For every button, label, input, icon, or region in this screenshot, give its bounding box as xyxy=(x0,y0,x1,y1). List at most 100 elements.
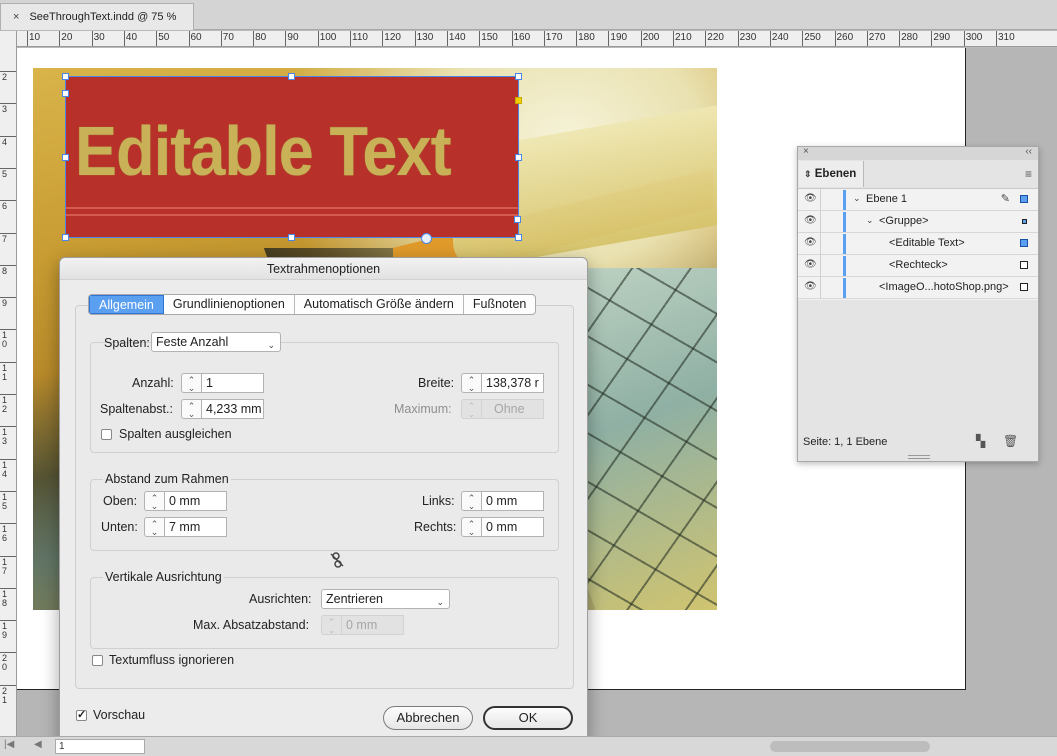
panel-menu-icon[interactable]: ≡ xyxy=(1025,167,1032,181)
tab-auto-size[interactable]: Automatisch Größe ändern xyxy=(295,295,464,314)
broken-link-icon[interactable] xyxy=(330,552,344,568)
inset-left-stepper[interactable]: ⌃ ⌄ xyxy=(461,491,481,511)
inset-group: Abstand zum Rahmen Oben: ⌃ ⌄ 0 mm Unten: … xyxy=(90,472,559,551)
lock-column[interactable] xyxy=(820,211,821,233)
corner-options-handle[interactable] xyxy=(515,97,522,104)
layer-row[interactable]: 👁 <Editable Text> xyxy=(798,233,1038,255)
inset-bottom-stepper[interactable]: ⌃ ⌄ xyxy=(144,517,164,537)
resize-grip[interactable] xyxy=(908,455,930,459)
count-input[interactable]: 1 xyxy=(201,373,264,393)
ok-button[interactable]: OK xyxy=(483,706,573,730)
ruler-tick xyxy=(511,31,513,46)
previous-page-icon[interactable]: ◀ xyxy=(34,739,42,750)
lock-column[interactable] xyxy=(820,189,821,211)
ruler-tick xyxy=(996,31,997,46)
selection-handle[interactable] xyxy=(62,73,69,80)
inset-right-input[interactable]: 0 mm xyxy=(481,517,544,537)
lock-column[interactable] xyxy=(820,233,821,255)
ruler-tick xyxy=(769,31,771,46)
layer-target-square[interactable] xyxy=(1020,261,1028,269)
layer-target-square[interactable] xyxy=(1020,239,1028,247)
ruler-label: 40 xyxy=(125,32,138,43)
eye-icon[interactable]: 👁 xyxy=(804,282,817,292)
layer-target-square[interactable] xyxy=(1020,195,1028,203)
tab-panel-general: Spalten: Feste Anzahl ⌄ Anzahl: ⌃ ⌄ 1 Spa… xyxy=(75,305,574,689)
align-select[interactable]: Zentrieren ⌄ xyxy=(321,589,450,609)
tab-baseline-options[interactable]: Grundlinienoptionen xyxy=(164,295,295,314)
selection-handle[interactable] xyxy=(515,73,522,80)
vertical-group-title: Vertikale Ausrichtung xyxy=(103,570,224,584)
columns-group: Spalten: Feste Anzahl ⌄ Anzahl: ⌃ ⌄ 1 Spa… xyxy=(90,332,559,453)
horizontal-scrollbar-thumb[interactable] xyxy=(770,741,930,752)
collapse-panel-icon[interactable]: ‹‹ xyxy=(1025,146,1032,157)
ruler-label: 7 xyxy=(2,233,8,244)
gutter-input[interactable]: 4,233 mm xyxy=(201,399,264,419)
ignore-text-wrap-checkbox[interactable] xyxy=(92,655,103,666)
inset-top-stepper[interactable]: ⌃ ⌄ xyxy=(144,491,164,511)
eye-icon[interactable]: 👁 xyxy=(804,260,817,270)
layer-target-square[interactable] xyxy=(1022,219,1027,224)
lock-column[interactable] xyxy=(820,255,821,277)
gutter-stepper[interactable]: ⌃ ⌄ xyxy=(181,399,201,419)
eye-icon[interactable]: 👁 xyxy=(804,238,817,248)
layer-target-square[interactable] xyxy=(1020,283,1028,291)
selection-handle[interactable] xyxy=(62,154,69,161)
cancel-button[interactable]: Abbrechen xyxy=(383,706,473,730)
horizontal-ruler[interactable]: 10 20 30 40 50 60 70 80 90 100 110 120 130 140 150 160 1… xyxy=(17,31,1057,47)
chevron-down-icon[interactable]: ⌄ xyxy=(853,193,861,204)
eye-icon[interactable]: 👁 xyxy=(804,194,817,204)
balance-columns-checkbox[interactable] xyxy=(101,429,112,440)
count-label: Anzahl: xyxy=(132,376,174,390)
inset-left-input[interactable]: 0 mm xyxy=(481,491,544,511)
document-tab[interactable]: × SeeThroughText.indd @ 75 % xyxy=(0,3,194,30)
selection-handle[interactable] xyxy=(62,90,69,97)
tab-layers[interactable]: ⇕ Ebenen xyxy=(799,161,864,187)
ruler-label: 20 xyxy=(2,653,8,673)
columns-label: Spalten: xyxy=(104,336,150,350)
columns-type-select[interactable]: Feste Anzahl ⌄ xyxy=(151,332,281,352)
ruler-label: 110 xyxy=(352,32,368,43)
preview-checkbox[interactable] xyxy=(76,708,87,721)
inset-right-stepper[interactable]: ⌃ ⌄ xyxy=(461,517,481,537)
layer-row[interactable]: 👁 ⌄ Ebene 1 ✎ xyxy=(798,189,1038,211)
anchor-point-icon[interactable] xyxy=(421,233,432,244)
tab-footnotes[interactable]: Fußnoten xyxy=(464,295,536,314)
first-page-icon[interactable]: |◀ xyxy=(4,739,14,750)
align-value: Zentrieren xyxy=(326,592,383,606)
tab-general[interactable]: Allgemein xyxy=(89,295,164,314)
ruler-label: 18 xyxy=(2,588,8,608)
close-tab-icon[interactable]: × xyxy=(13,11,19,23)
layer-name: <Gruppe> xyxy=(879,215,929,227)
width-stepper[interactable]: ⌃ ⌄ xyxy=(461,373,481,393)
selection-frame[interactable] xyxy=(65,76,519,238)
layer-row[interactable]: 👁 <ImageO...hotoShop.png> xyxy=(798,277,1038,299)
chevron-down-icon: ⌄ xyxy=(436,597,444,607)
vertical-ruler[interactable]: 2 3 4 5 6 7 8 9 10 11 12 13 14 15 16 17 18 19 20 21 xyxy=(0,31,17,736)
trash-icon[interactable]: 🗑 xyxy=(1003,434,1018,448)
close-panel-icon[interactable]: × xyxy=(803,146,809,157)
page-number-field[interactable]: 1 xyxy=(55,739,145,754)
ruler-label: 19 xyxy=(2,621,8,641)
ruler-label: 170 xyxy=(545,32,563,43)
inset-top-input[interactable]: 0 mm xyxy=(164,491,227,511)
eye-icon[interactable]: 👁 xyxy=(804,216,817,226)
ruler-label: 3 xyxy=(2,104,8,115)
document-tab-bar: × SeeThroughText.indd @ 75 % xyxy=(0,0,1057,30)
layer-row[interactable]: 👁 <Rechteck> xyxy=(798,255,1038,277)
status-bar: |◀ ◀ 1 xyxy=(0,736,1057,756)
count-stepper[interactable]: ⌃ ⌄ xyxy=(181,373,201,393)
lock-column[interactable] xyxy=(820,277,821,299)
inset-bottom-input[interactable]: 7 mm xyxy=(164,517,227,537)
chevron-down-icon[interactable]: ⌄ xyxy=(866,215,874,226)
selection-handle[interactable] xyxy=(62,234,69,241)
layer-row[interactable]: 👁 ⌄ <Gruppe> xyxy=(798,211,1038,233)
width-input[interactable]: 138,378 r xyxy=(481,373,544,393)
selection-handle[interactable] xyxy=(515,234,522,241)
out-port-handle[interactable] xyxy=(514,216,521,223)
selection-handle[interactable] xyxy=(288,73,295,80)
new-layer-icon[interactable]: ▚ xyxy=(976,434,985,448)
selection-handle[interactable] xyxy=(288,234,295,241)
selection-handle[interactable] xyxy=(515,154,522,161)
layer-color-bar xyxy=(843,278,846,298)
ruler-label: 180 xyxy=(578,32,595,43)
